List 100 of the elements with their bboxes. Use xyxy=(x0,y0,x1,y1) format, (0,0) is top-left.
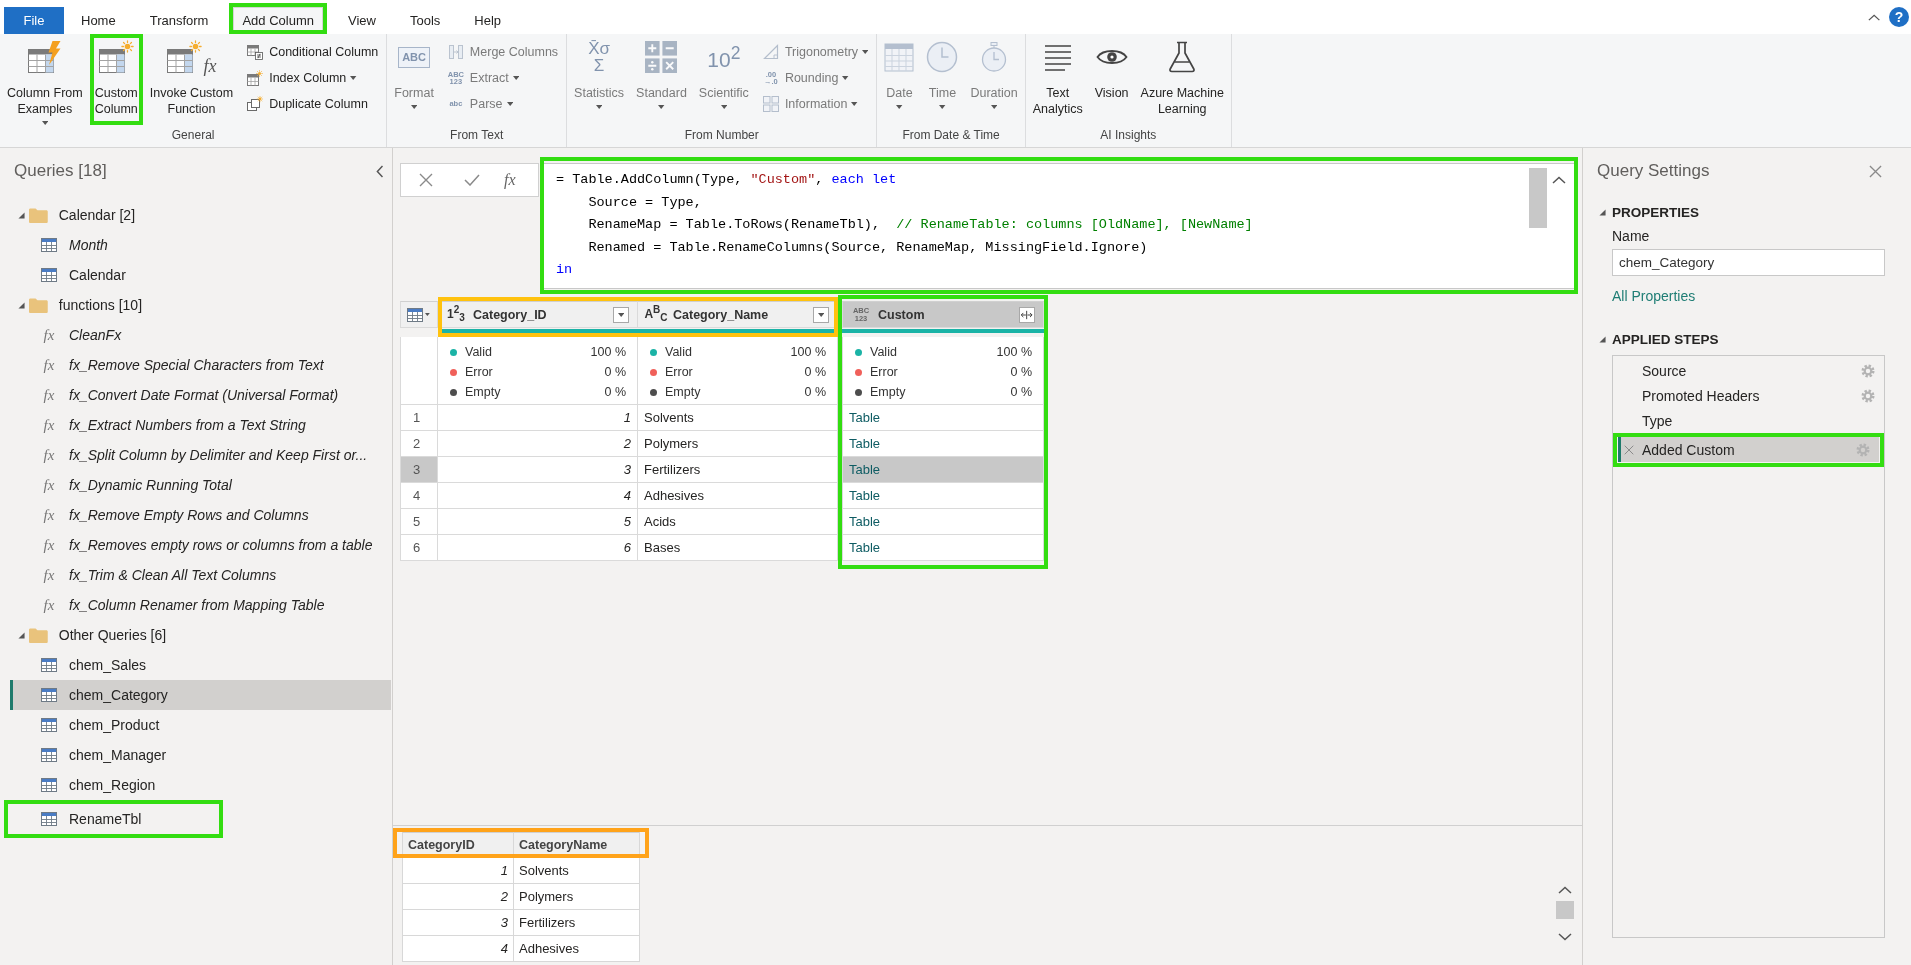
chevron-up-icon[interactable] xyxy=(1867,13,1880,21)
table-cell[interactable]: Table xyxy=(842,431,1044,457)
ribbon-button[interactable]: Duplicate Column xyxy=(243,91,382,117)
row-number[interactable]: 1 xyxy=(400,405,438,431)
ribbon-tab[interactable]: Home xyxy=(72,7,125,34)
group-label: General xyxy=(171,127,215,143)
row-number[interactable]: 5 xyxy=(400,509,438,535)
quality-value: 100 % xyxy=(790,345,826,359)
table-icon xyxy=(41,268,57,282)
close-icon[interactable] xyxy=(1869,164,1882,178)
triangle-icon[interactable] xyxy=(18,631,25,639)
chevron-up-icon[interactable] xyxy=(1558,886,1572,894)
ribbon-button[interactable]: Index Column xyxy=(243,65,382,91)
row-number[interactable]: 6 xyxy=(400,535,438,561)
quality-label: Valid xyxy=(465,345,493,359)
table-sun-icon xyxy=(247,70,264,86)
query-item[interactable]: fx fx_Convert Date Format (Universal Format) xyxy=(10,380,391,410)
function-icon: fx xyxy=(41,566,57,584)
table-cell[interactable]: Table xyxy=(842,535,1044,561)
table-cell[interactable]: Table xyxy=(842,509,1044,535)
folder-item[interactable]: Calendar [2] xyxy=(10,200,391,230)
code-line: Source = Type, xyxy=(587,193,702,212)
ribbon-button[interactable]: Custom Column xyxy=(92,34,140,117)
all-properties-link[interactable]: All Properties xyxy=(1612,284,1696,308)
check-icon[interactable] xyxy=(464,174,480,186)
chevron-up-icon[interactable] xyxy=(1552,176,1566,184)
step-item[interactable]: Source xyxy=(1613,358,1884,383)
table-cell: 2 xyxy=(402,884,514,910)
insert-function-button[interactable]: fx xyxy=(504,171,516,189)
table-cell[interactable]: Table xyxy=(842,483,1044,509)
table-cell[interactable]: Table xyxy=(842,457,1044,483)
query-item[interactable]: fx fx_Remove Empty Rows and Columns xyxy=(10,500,391,530)
ribbon-button[interactable]: Text Analytics xyxy=(1030,34,1085,117)
table-cell: Polymers xyxy=(638,431,838,457)
query-item[interactable]: fx fx_Trim & Clean All Text Columns xyxy=(10,560,391,590)
query-item[interactable]: fx fx_Removes empty rows or columns from a table xyxy=(10,530,391,560)
scrollbar-thumb[interactable] xyxy=(1529,168,1547,228)
query-item[interactable]: Month xyxy=(10,230,391,260)
table-cell: Acids xyxy=(638,509,838,535)
triangle-icon[interactable] xyxy=(1599,335,1606,343)
ribbon-button[interactable]: Vision xyxy=(1092,34,1131,101)
expand-button[interactable] xyxy=(1019,306,1035,323)
triangle-icon[interactable] xyxy=(18,211,25,219)
table-cell: 3 xyxy=(438,457,638,483)
query-item[interactable]: chem_Category xyxy=(10,680,391,710)
ribbon-button[interactable]: Conditional Column xyxy=(243,39,382,65)
query-item[interactable]: fx fx_Extract Numbers from a Text String xyxy=(10,410,391,440)
table-icon xyxy=(41,812,57,826)
step-item[interactable]: Promoted Headers xyxy=(1613,383,1884,408)
scrollbar-thumb[interactable] xyxy=(1556,901,1574,919)
table-cell: Solvents xyxy=(638,405,838,431)
code-line: Renamed = Table.RenameColumns(Source, RenameMap, MissingField.Ignore) xyxy=(587,238,1148,257)
quality-value: 0 % xyxy=(604,365,626,379)
group-label: AI Insights xyxy=(1100,127,1157,143)
query-item[interactable]: chem_Manager xyxy=(10,740,391,770)
table-sun-icon xyxy=(166,40,203,74)
folder-item[interactable]: functions [10] xyxy=(10,290,391,320)
row-number[interactable]: 2 xyxy=(400,431,438,457)
query-item[interactable]: fx fx_Split Column by Delimiter and Keep First or... xyxy=(10,440,391,470)
query-item[interactable]: fx fx_Dynamic Running Total xyxy=(10,470,391,500)
ribbon-tab[interactable]: Help xyxy=(465,7,511,34)
ribbon-tab[interactable]: Transform xyxy=(140,7,218,34)
ribbon-button[interactable]: fx Invoke Custom Function xyxy=(147,34,236,117)
ribbon-tab[interactable]: View xyxy=(339,7,385,34)
ribbon-button[interactable]: Azure Machine Learning xyxy=(1138,34,1226,117)
triangle-icon[interactable] xyxy=(18,301,25,309)
query-item[interactable]: fx fx_Column Renamer from Mapping Table xyxy=(10,590,391,620)
query-item[interactable]: RenameTbl xyxy=(10,804,223,834)
table-cell[interactable]: Table xyxy=(842,405,1044,431)
filter-button[interactable] xyxy=(613,306,629,323)
quality-value: 0 % xyxy=(604,385,626,399)
section-header[interactable]: APPLIED STEPS xyxy=(1597,326,1719,352)
table-menu-button[interactable] xyxy=(400,301,438,328)
file-tab[interactable]: File xyxy=(4,7,64,34)
name-field[interactable]: chem_Category xyxy=(1612,249,1885,276)
query-item[interactable]: chem_Sales xyxy=(10,650,391,680)
group-label: From Text xyxy=(450,127,504,143)
quality-label: Empty xyxy=(665,385,702,399)
ribbon-button[interactable]: Column From Examples xyxy=(5,34,85,125)
eye-icon xyxy=(1095,47,1128,67)
row-number[interactable]: 3 xyxy=(400,457,438,483)
folder-item[interactable]: Other Queries [6] xyxy=(10,620,391,650)
query-item[interactable]: fx fx_Remove Special Characters from Text xyxy=(10,350,391,380)
triangle-icon[interactable] xyxy=(1599,208,1606,216)
table-cell: Polymers xyxy=(514,884,640,910)
section-header[interactable]: PROPERTIES xyxy=(1597,199,1700,225)
query-item[interactable]: fx CleanFx xyxy=(10,320,391,350)
query-item[interactable]: chem_Region xyxy=(10,770,391,800)
row-number[interactable]: 4 xyxy=(400,483,438,509)
query-item[interactable]: chem_Product xyxy=(10,710,391,740)
help-button[interactable]: ? xyxy=(1889,7,1909,27)
chevron-down-icon[interactable] xyxy=(1558,933,1572,941)
ribbon-tab[interactable]: Tools xyxy=(400,7,450,34)
filter-button[interactable] xyxy=(813,306,829,323)
table-cell: Adhesives xyxy=(514,936,640,962)
step-item[interactable]: Type xyxy=(1613,408,1884,433)
chevron-left-icon[interactable] xyxy=(375,164,383,178)
query-item[interactable]: Calendar xyxy=(10,260,391,290)
calendar-icon xyxy=(884,42,915,72)
cross-icon[interactable] xyxy=(419,173,433,187)
